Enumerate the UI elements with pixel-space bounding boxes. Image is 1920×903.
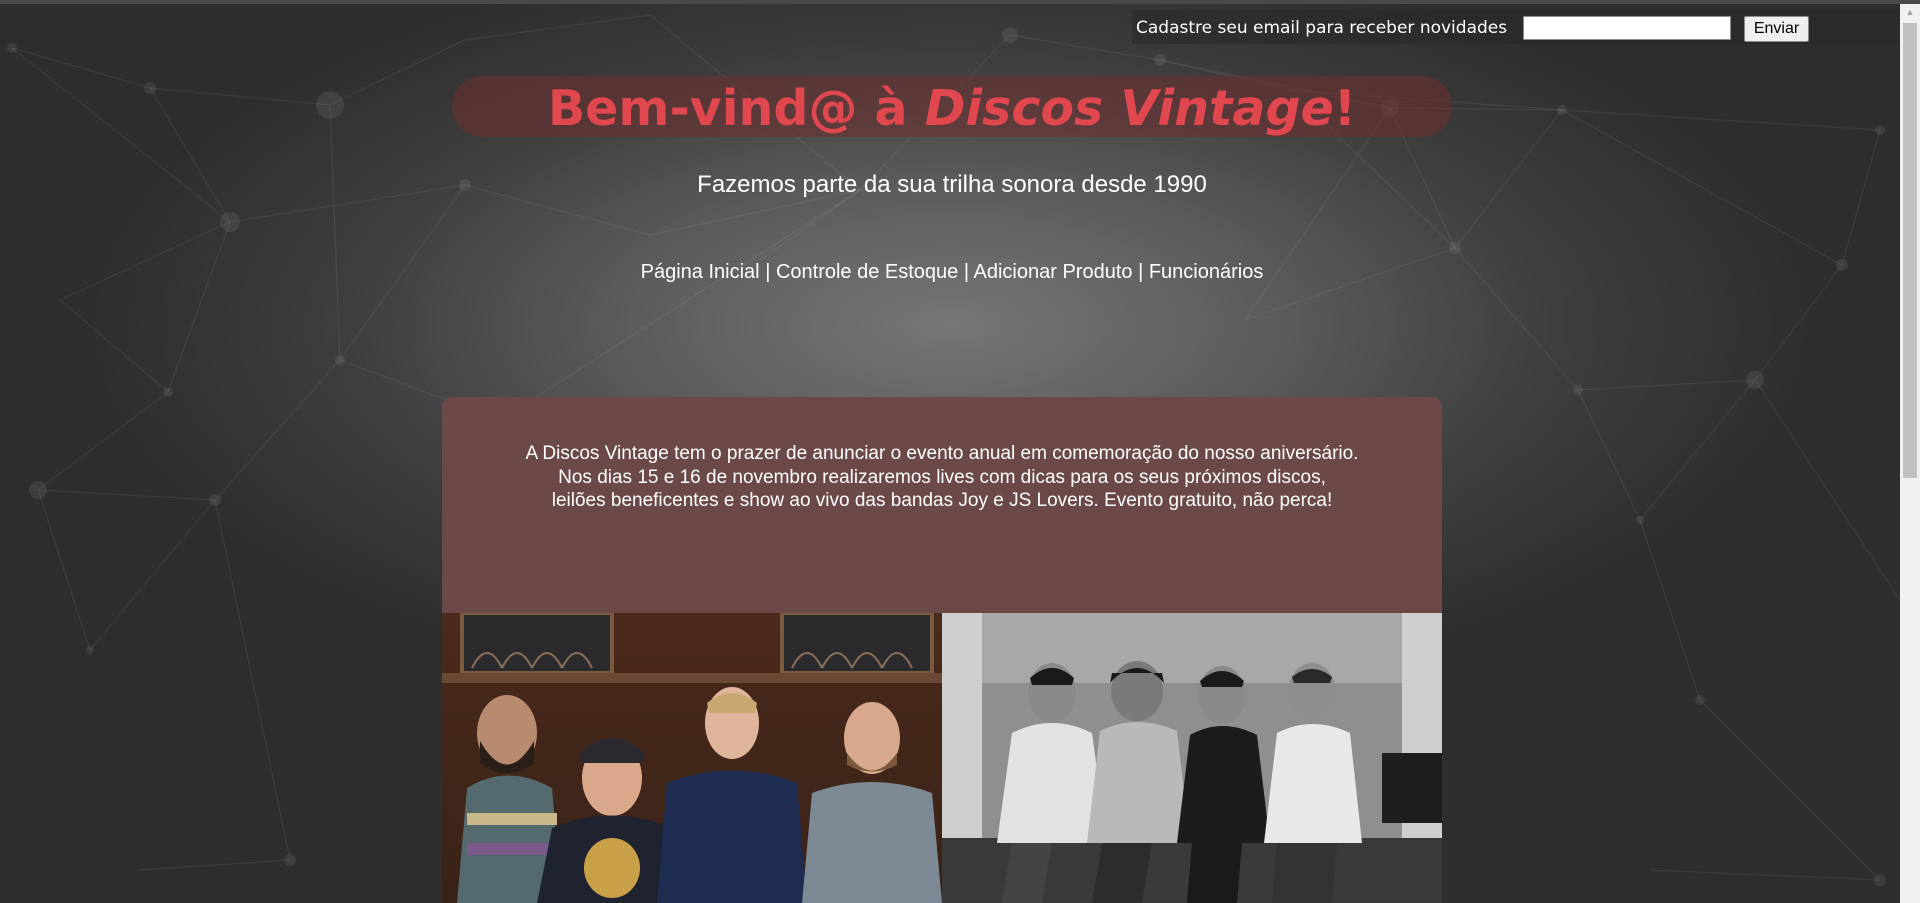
newsletter-label: Cadastre seu email para receber novidade… (1136, 18, 1508, 38)
announcement-line: A Discos Vintage tem o prazer de anuncia… (525, 443, 1359, 464)
nav-link-add-product[interactable]: Adicionar Produto (974, 261, 1133, 283)
page-title-brand: Discos Vintage (924, 80, 1334, 137)
page-subtitle: Fazemos parte da sua trilha sonora desde… (697, 171, 1207, 198)
announcement-line: Nos dias 15 e 16 de novembro realizaremo… (558, 466, 1326, 488)
nav-separator: | (1138, 261, 1144, 283)
page-title-prefix: Bem-vind@ à (547, 80, 925, 137)
band-photo-js-lovers (942, 613, 1442, 903)
nav-link-employees[interactable]: Funcionários (1149, 261, 1264, 283)
nav-link-stock-control[interactable]: Controle de Estoque (776, 261, 958, 283)
main-nav: Página Inicial | Controle de Estoque | A… (452, 258, 1452, 286)
announcement-text: A Discos Vintage tem o prazer de anuncia… (442, 442, 1442, 513)
nav-link-home[interactable]: Página Inicial (641, 261, 760, 283)
page-scrollbar[interactable]: ▲ (1900, 4, 1920, 903)
page-title: Bem-vind@ à Discos Vintage! (452, 73, 1452, 145)
newsletter-email-input[interactable] (1523, 16, 1731, 40)
band-photos (442, 613, 1442, 903)
newsletter-submit-button[interactable]: Enviar (1744, 16, 1809, 42)
page-title-suffix: ! (1333, 80, 1357, 137)
band-photo-joy (442, 613, 942, 903)
announcement-line: leilões beneficentes e show ao vivo das … (551, 490, 1333, 511)
scrollbar-thumb[interactable] (1903, 23, 1917, 478)
scroll-up-arrow-icon[interactable]: ▲ (1900, 4, 1920, 21)
nav-separator: | (765, 261, 771, 283)
nav-separator: | (963, 261, 970, 283)
event-announcement: A Discos Vintage tem o prazer de anuncia… (442, 397, 1442, 613)
browser-top-edge (0, 0, 1920, 4)
newsletter-form: Cadastre seu email para receber novidade… (1132, 10, 1902, 44)
